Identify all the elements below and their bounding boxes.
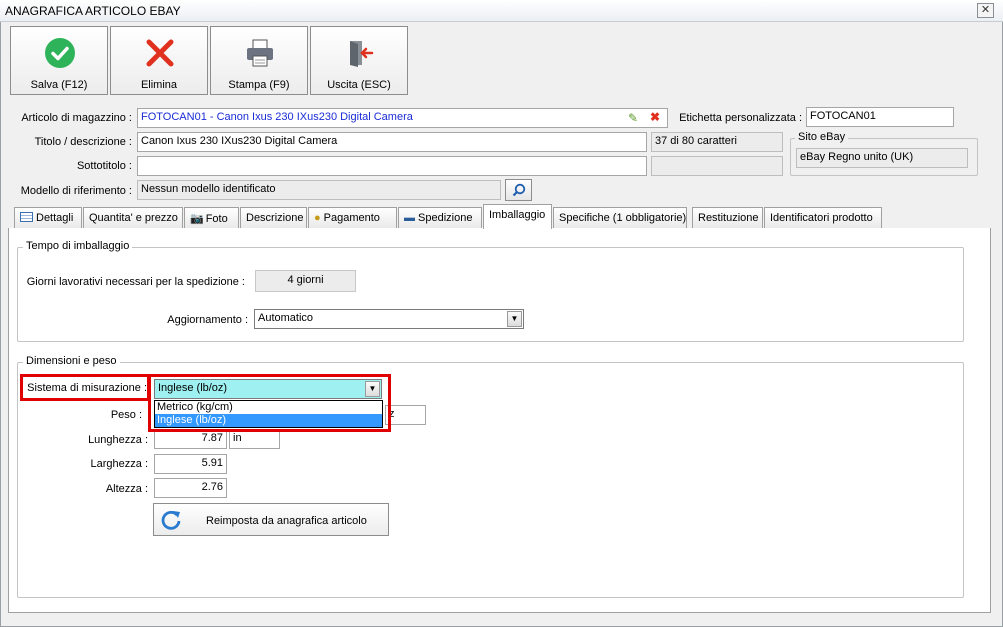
packaging-group-title: Tempo di imballaggio — [23, 240, 133, 252]
save-button[interactable]: Salva (F12) — [10, 26, 108, 95]
width-label: Larghezza : — [90, 458, 148, 470]
tab-label: Foto — [205, 213, 228, 225]
height-label: Altezza : — [105, 483, 148, 495]
title-bar: ANAGRAFICA ARTICOLO EBAY ✕ — [0, 0, 1003, 22]
tab-identificatori-prodotto[interactable]: Identificatori prodotto — [764, 207, 882, 229]
exit-label: Uscita (ESC) — [327, 79, 391, 91]
subtitle-char-count — [651, 156, 783, 176]
dimensions-group-title: Dimensioni e peso — [23, 355, 120, 367]
tab-restituzione[interactable]: Restituzione — [692, 207, 763, 229]
delete-button[interactable]: Elimina — [110, 26, 208, 95]
option-metric[interactable]: Metrico (kg/cm) — [155, 401, 382, 414]
model-label: Modello di riferimento : — [20, 185, 132, 197]
check-icon — [45, 38, 75, 68]
length-unit-field[interactable]: in — [229, 429, 280, 449]
system-label: Sistema di misurazione : — [27, 382, 147, 394]
length-label: Lunghezza : — [88, 434, 148, 446]
update-select[interactable]: Automatico ▼ — [254, 309, 524, 329]
printer-icon — [247, 39, 273, 67]
truck-icon: ▬ — [404, 212, 415, 224]
title-char-count: 37 di 80 caratteri — [651, 132, 783, 152]
exit-door-icon — [350, 41, 374, 67]
tab-label: Restituzione — [698, 212, 759, 224]
system-label-highlight: Sistema di misurazione : — [20, 374, 150, 401]
delete-icon — [146, 39, 174, 67]
chevron-down-icon: ▼ — [507, 311, 522, 327]
system-select[interactable]: Inglese (lb/oz) ▼ — [154, 379, 382, 399]
title-field[interactable]: Canon Ixus 230 IXus230 Digital Camera — [137, 132, 647, 152]
custom-label-field[interactable]: FOTOCAN01 — [806, 107, 954, 127]
tab-imballaggio[interactable]: Imballaggio — [483, 204, 552, 229]
table-icon — [20, 212, 33, 222]
tab-label: Quantita' e prezzo — [89, 212, 178, 224]
site-group-title: Sito eBay — [795, 131, 849, 143]
title-label: Titolo / descrizione : — [34, 136, 132, 148]
model-field: Nessun modello identificato — [137, 180, 501, 200]
custom-label-label: Etichetta personalizzata : — [679, 112, 802, 124]
width-input[interactable]: 5.91 — [154, 454, 227, 474]
save-label: Salva (F12) — [30, 79, 88, 91]
subtitle-label: Sottotitolo : — [76, 160, 132, 172]
tab-label: Spedizione — [418, 212, 473, 224]
item-field[interactable]: FOTOCAN01 - Canon Ixus 230 IXus230 Digit… — [137, 108, 668, 128]
system-value: Inglese (lb/oz) — [158, 382, 228, 394]
delete-label: Elimina — [140, 79, 178, 91]
length-input[interactable]: 7.87 — [154, 429, 227, 449]
weight-unit-field[interactable]: z — [385, 405, 426, 425]
reset-from-item-button[interactable]: Reimposta da anagrafica articolo — [153, 503, 389, 536]
edit-pencil-icon[interactable]: ✎ — [628, 111, 638, 125]
reset-label: Reimposta da anagrafica articolo — [206, 515, 367, 527]
update-label: Aggiornamento : — [167, 314, 248, 326]
days-value: 4 giorni — [255, 270, 356, 292]
exit-button[interactable]: Uscita (ESC) — [310, 26, 408, 95]
days-label: Giorni lavorativi necessari per la spedi… — [26, 276, 245, 288]
camera-icon: 📷 — [190, 213, 204, 225]
tab-label: Imballaggio — [489, 209, 546, 221]
search-model-button[interactable] — [505, 179, 532, 201]
weight-label: Peso : — [110, 409, 142, 421]
item-label: Articolo di magazzino : — [21, 112, 132, 124]
tab-spedizione[interactable]: ▬ Spedizione — [398, 207, 482, 229]
print-label: Stampa (F9) — [228, 79, 290, 91]
tab-label: Specifiche (1 obbligatorie) — [559, 212, 687, 224]
tab-quantita-prezzo[interactable]: Quantita' e prezzo — [83, 207, 183, 229]
tab-specifiche[interactable]: Specifiche (1 obbligatorie) — [553, 207, 687, 229]
system-dropdown-list: Metrico (kg/cm) Inglese (lb/oz) — [154, 400, 383, 428]
item-value: FOTOCAN01 - Canon Ixus 230 IXus230 Digit… — [141, 111, 413, 123]
chevron-down-icon: ▼ — [365, 381, 380, 397]
update-value: Automatico — [258, 312, 314, 324]
close-button[interactable]: ✕ — [977, 3, 994, 18]
tab-label: Dettagli — [36, 212, 74, 224]
tab-label: Descrizione — [246, 212, 304, 224]
tab-label: Pagamento — [323, 212, 380, 224]
refresh-icon — [161, 510, 181, 530]
window-title: ANAGRAFICA ARTICOLO EBAY — [5, 4, 181, 18]
print-button[interactable]: Stampa (F9) — [210, 26, 308, 95]
height-input[interactable]: 2.76 — [154, 478, 227, 498]
tab-dettagli[interactable]: Dettagli — [14, 207, 82, 229]
tab-descrizione[interactable]: Descrizione — [240, 207, 307, 229]
tab-foto[interactable]: 📷 Foto — [184, 207, 239, 229]
option-imperial[interactable]: Inglese (lb/oz) — [155, 414, 382, 427]
site-value: eBay Regno unito (UK) — [796, 148, 968, 168]
tab-label: Identificatori prodotto — [770, 212, 873, 224]
coins-icon: ● — [314, 212, 321, 224]
search-icon — [512, 183, 526, 197]
tab-pagamento[interactable]: ● Pagamento — [308, 207, 397, 229]
subtitle-field[interactable] — [137, 156, 647, 176]
